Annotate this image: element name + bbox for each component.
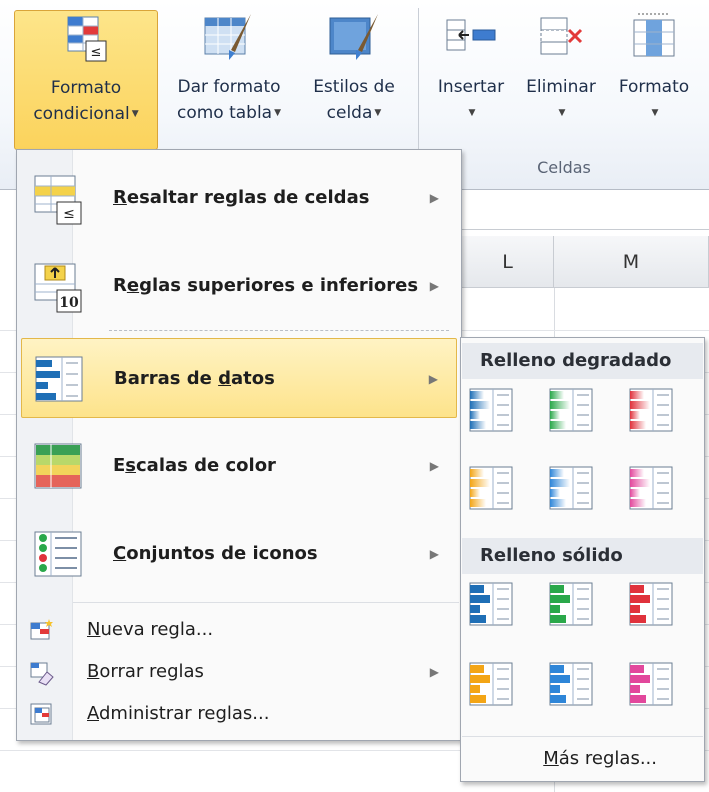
format-cells-icon bbox=[633, 13, 675, 57]
chevron-down-icon: ▼ bbox=[374, 108, 382, 118]
menu-item-clear-rules[interactable]: Borrar reglas ▶ bbox=[21, 652, 457, 692]
gradient-fill-header: Relleno degradado bbox=[462, 343, 703, 379]
conditional-format-icon: ≤ bbox=[67, 16, 107, 62]
conditional-format-label-1: Formato bbox=[50, 78, 122, 98]
format-label: Formato bbox=[618, 77, 690, 97]
clear-rules-icon bbox=[30, 662, 54, 686]
submenu-arrow-icon: ▶ bbox=[429, 547, 439, 561]
submenu-arrow-icon: ▶ bbox=[428, 372, 438, 386]
solid-red-data-bar-icon[interactable] bbox=[629, 582, 673, 626]
gradient-purple-data-bar-icon[interactable] bbox=[629, 466, 673, 510]
menu-separator bbox=[109, 330, 449, 331]
chevron-down-icon: ▼ bbox=[651, 108, 659, 118]
menu-item-data-bars[interactable]: Barras de datos ▶ bbox=[21, 338, 457, 418]
chevron-down-icon: ▼ bbox=[468, 108, 476, 118]
column-header-M[interactable]: M bbox=[554, 236, 709, 288]
chevron-down-icon: ▼ bbox=[558, 108, 566, 118]
gradient-blue-data-bar-icon[interactable] bbox=[469, 388, 513, 432]
format-as-table-button[interactable]: Dar formato como tabla ▼ bbox=[162, 10, 296, 150]
solid-blue-data-bar-icon[interactable] bbox=[469, 582, 513, 626]
data-bars-icon bbox=[35, 356, 83, 402]
format-button[interactable]: Formato ▼ bbox=[608, 10, 700, 150]
gradient-lightblue-data-bar-icon[interactable] bbox=[549, 466, 593, 510]
menu-item-top-bottom-rules[interactable]: 10 Reglas superiores e inferiores ▶ bbox=[21, 246, 457, 326]
column-header-L[interactable]: L bbox=[462, 236, 554, 288]
top-bottom-rules-icon: 10 bbox=[34, 263, 82, 313]
solid-fill-header: Relleno sólido bbox=[462, 538, 703, 574]
conditional-format-button[interactable]: ≤ Formato condicional ▼ bbox=[14, 10, 158, 150]
conditional-format-menu: ≤ Resaltar reglas de celdas ▶ 10 Reglas … bbox=[16, 149, 462, 741]
submenu-arrow-icon: ▶ bbox=[429, 191, 439, 205]
gradient-red-data-bar-icon[interactable] bbox=[629, 388, 673, 432]
solid-purple-data-bar-icon[interactable] bbox=[629, 662, 673, 706]
svg-text:10: 10 bbox=[59, 295, 79, 311]
menu-item-label: Administrar reglas... bbox=[87, 703, 270, 724]
cells-group-label: Celdas bbox=[537, 158, 591, 177]
cell-styles-label-2: celda bbox=[326, 103, 373, 123]
insert-cells-icon bbox=[446, 19, 496, 51]
submenu-arrow-icon: ▶ bbox=[429, 665, 439, 679]
data-bars-submenu: Relleno degradado Relleno sólido Más reg… bbox=[460, 337, 705, 782]
menu-item-manage-rules[interactable]: Administrar reglas... bbox=[21, 694, 457, 734]
svg-text:≤: ≤ bbox=[91, 45, 102, 60]
solid-orange-data-bar-icon[interactable] bbox=[469, 662, 513, 706]
conditional-format-label-2: condicional bbox=[33, 104, 130, 124]
color-scales-icon bbox=[34, 443, 82, 489]
delete-label: Eliminar bbox=[526, 77, 596, 97]
format-as-table-label-1: Dar formato bbox=[177, 77, 281, 97]
cell-styles-button[interactable]: Estilos de celda ▼ bbox=[300, 10, 408, 150]
format-table-icon bbox=[204, 14, 251, 60]
delete-cells-icon bbox=[540, 17, 583, 55]
formula-bar[interactable] bbox=[460, 190, 709, 230]
gradient-orange-data-bar-icon[interactable] bbox=[469, 466, 513, 510]
insert-label: Insertar bbox=[437, 77, 505, 97]
menu-item-label: Reglas superiores e inferiores bbox=[113, 275, 419, 296]
insert-button[interactable]: Insertar ▼ bbox=[428, 10, 514, 150]
menu-item-icon-sets[interactable]: Conjuntos de iconos ▶ bbox=[21, 514, 457, 594]
menu-item-label: Borrar reglas bbox=[87, 661, 204, 682]
submenu-arrow-icon: ▶ bbox=[429, 459, 439, 473]
menu-item-label: Conjuntos de iconos bbox=[113, 543, 318, 564]
new-rule-icon bbox=[30, 619, 53, 640]
menu-item-new-rule[interactable]: Nueva regla... bbox=[21, 610, 457, 650]
delete-button[interactable]: Eliminar ▼ bbox=[516, 10, 606, 150]
menu-separator bbox=[73, 602, 459, 603]
solid-lightblue-data-bar-icon[interactable] bbox=[549, 662, 593, 706]
menu-item-highlight-rules[interactable]: ≤ Resaltar reglas de celdas ▶ bbox=[21, 158, 457, 238]
cell-styles-label-1: Estilos de bbox=[313, 77, 395, 97]
menu-item-label: Nueva regla... bbox=[87, 619, 214, 640]
menu-item-label: Escalas de color bbox=[113, 455, 276, 476]
format-as-table-label-2: como tabla bbox=[176, 103, 273, 123]
svg-text:≤: ≤ bbox=[63, 206, 75, 222]
menu-item-label: Resaltar reglas de celdas bbox=[113, 187, 370, 208]
cell-styles-icon bbox=[329, 14, 378, 60]
manage-rules-icon bbox=[30, 703, 52, 725]
menu-item-color-scales[interactable]: Escalas de color ▶ bbox=[21, 426, 457, 506]
solid-green-data-bar-icon[interactable] bbox=[549, 582, 593, 626]
highlight-rules-icon: ≤ bbox=[34, 175, 82, 225]
gradient-green-data-bar-icon[interactable] bbox=[549, 388, 593, 432]
more-rules-button[interactable]: Más reglas... bbox=[462, 736, 703, 780]
menu-item-label: Barras de datos bbox=[114, 368, 275, 389]
chevron-down-icon: ▼ bbox=[131, 109, 139, 119]
icon-sets-icon bbox=[34, 531, 82, 577]
chevron-down-icon: ▼ bbox=[274, 108, 282, 118]
submenu-arrow-icon: ▶ bbox=[429, 279, 439, 293]
